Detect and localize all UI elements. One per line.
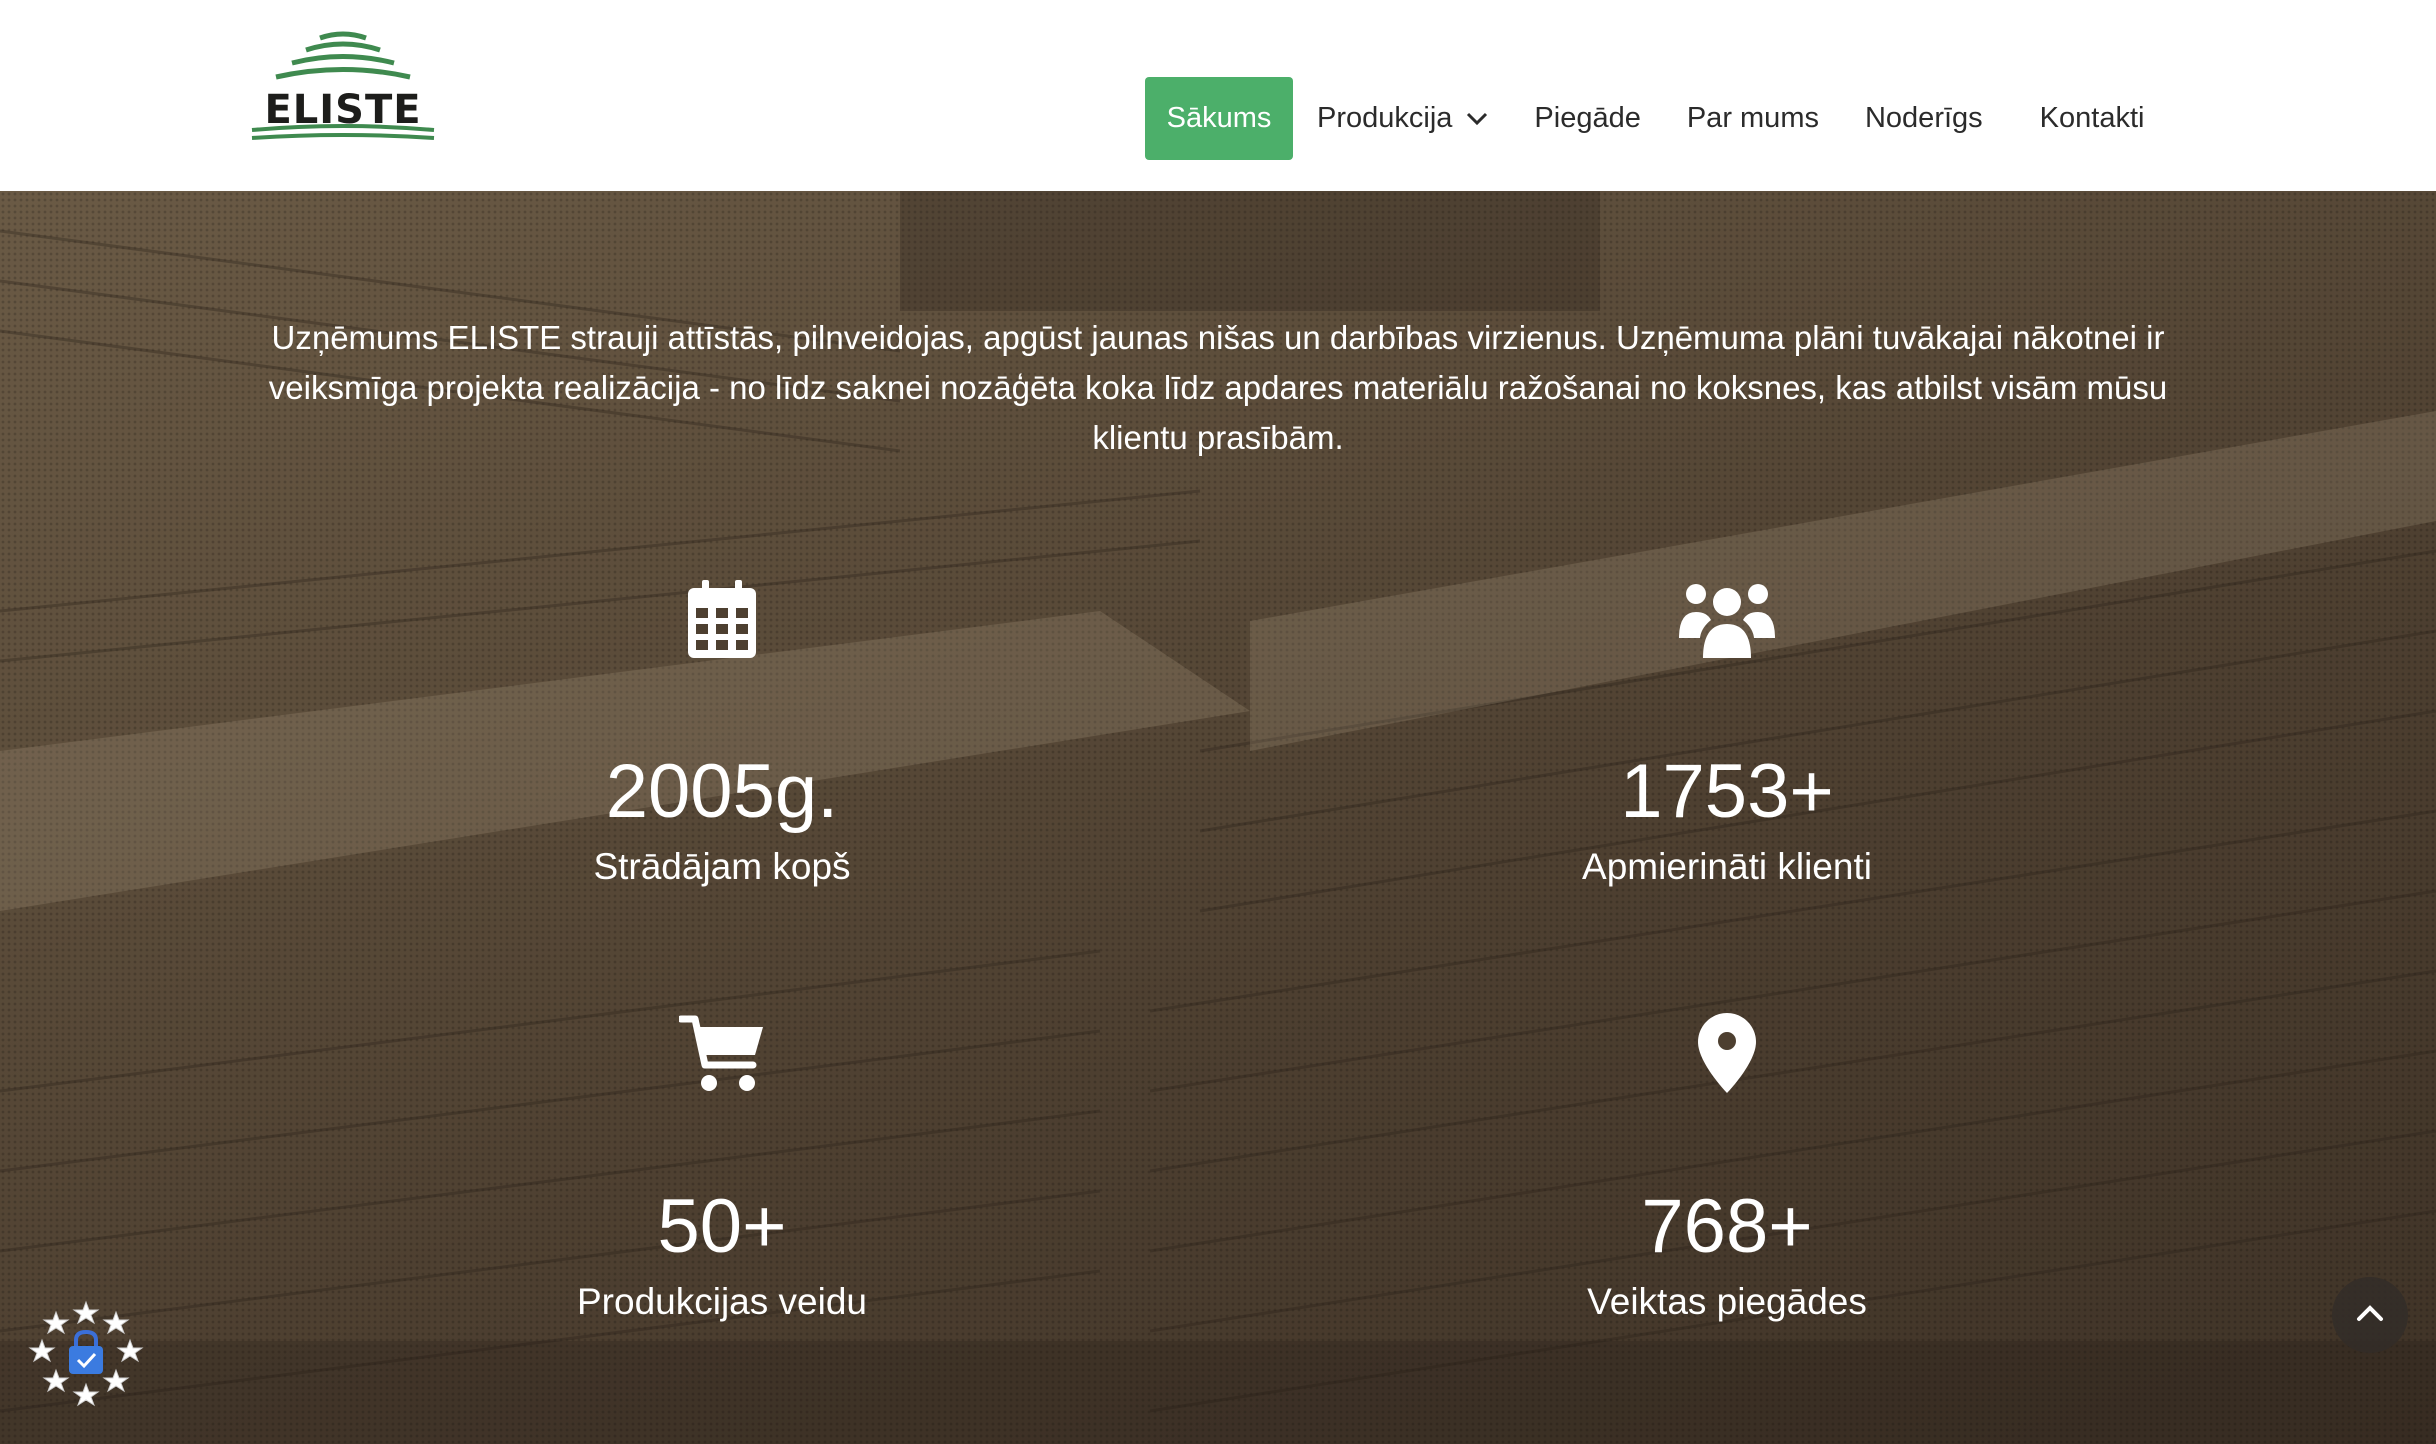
stat-deliveries: 768+ Veiktas piegādes (1377, 1003, 2077, 1323)
site-header: ELISTE Sākums Produkcija Piegāde Par mum… (0, 0, 2436, 191)
stat-clients: 1753+ Apmierināti klienti (1377, 568, 2077, 888)
main-nav: Sākums Produkcija Piegāde Par mums Noder… (1145, 77, 2144, 160)
eliste-logo[interactable]: ELISTE (248, 30, 438, 142)
stat-value: 768+ (1641, 1184, 1813, 1269)
stat-value: 50+ (657, 1184, 787, 1269)
chevron-down-icon (1466, 112, 1488, 126)
cookie-consent-badge[interactable] (26, 1300, 146, 1420)
nav-label: Produkcija (1317, 102, 1453, 134)
eu-stars-lock-icon (28, 1300, 144, 1407)
scroll-to-top-button[interactable] (2332, 1277, 2408, 1353)
logo-text: ELISTE (264, 87, 422, 133)
nav-item-sakums[interactable]: Sākums (1145, 77, 1293, 160)
intro-text: Uzņēmums ELISTE strauji attīstās, pilnve… (268, 319, 2168, 456)
location-pin-icon (1377, 1003, 2077, 1093)
nav-item-piegade[interactable]: Piegāde (1534, 77, 1640, 160)
nav-label: Noderīgs (1864, 102, 1983, 134)
stat-label: Produkcijas veidu (577, 1281, 867, 1322)
nav-item-noderigs[interactable]: Noderīgs (1865, 77, 1983, 160)
stat-founded: 2005g. Strādājam kopš (372, 568, 1072, 888)
nav-label: Kontakti (2039, 102, 2145, 134)
nav-item-produkcija[interactable]: Produkcija (1317, 77, 1488, 160)
nav-item-par-mums[interactable]: Par mums (1687, 77, 1819, 160)
chevron-up-icon (2356, 1304, 2384, 1327)
nav-label: Par mums (1686, 102, 1819, 134)
users-icon (1377, 568, 2077, 658)
hero-section: Uzņēmums ELISTE strauji attīstās, pilnve… (0, 191, 2436, 1444)
stat-label: Veiktas piegādes (1587, 1281, 1867, 1322)
calendar-icon (372, 568, 1072, 658)
stat-label: Strādājam kopš (593, 846, 851, 887)
nav-item-kontakti[interactable]: Kontakti (2040, 77, 2145, 160)
stat-value: 2005g. (605, 749, 839, 834)
nav-label: Sākums (1166, 102, 1272, 134)
stat-label: Apmierināti klienti (1582, 846, 1872, 887)
stat-products: 50+ Produkcijas veidu (372, 1003, 1072, 1323)
cart-icon (372, 1003, 1072, 1093)
stat-value: 1753+ (1620, 749, 1834, 834)
nav-label: Piegāde (1534, 102, 1641, 134)
